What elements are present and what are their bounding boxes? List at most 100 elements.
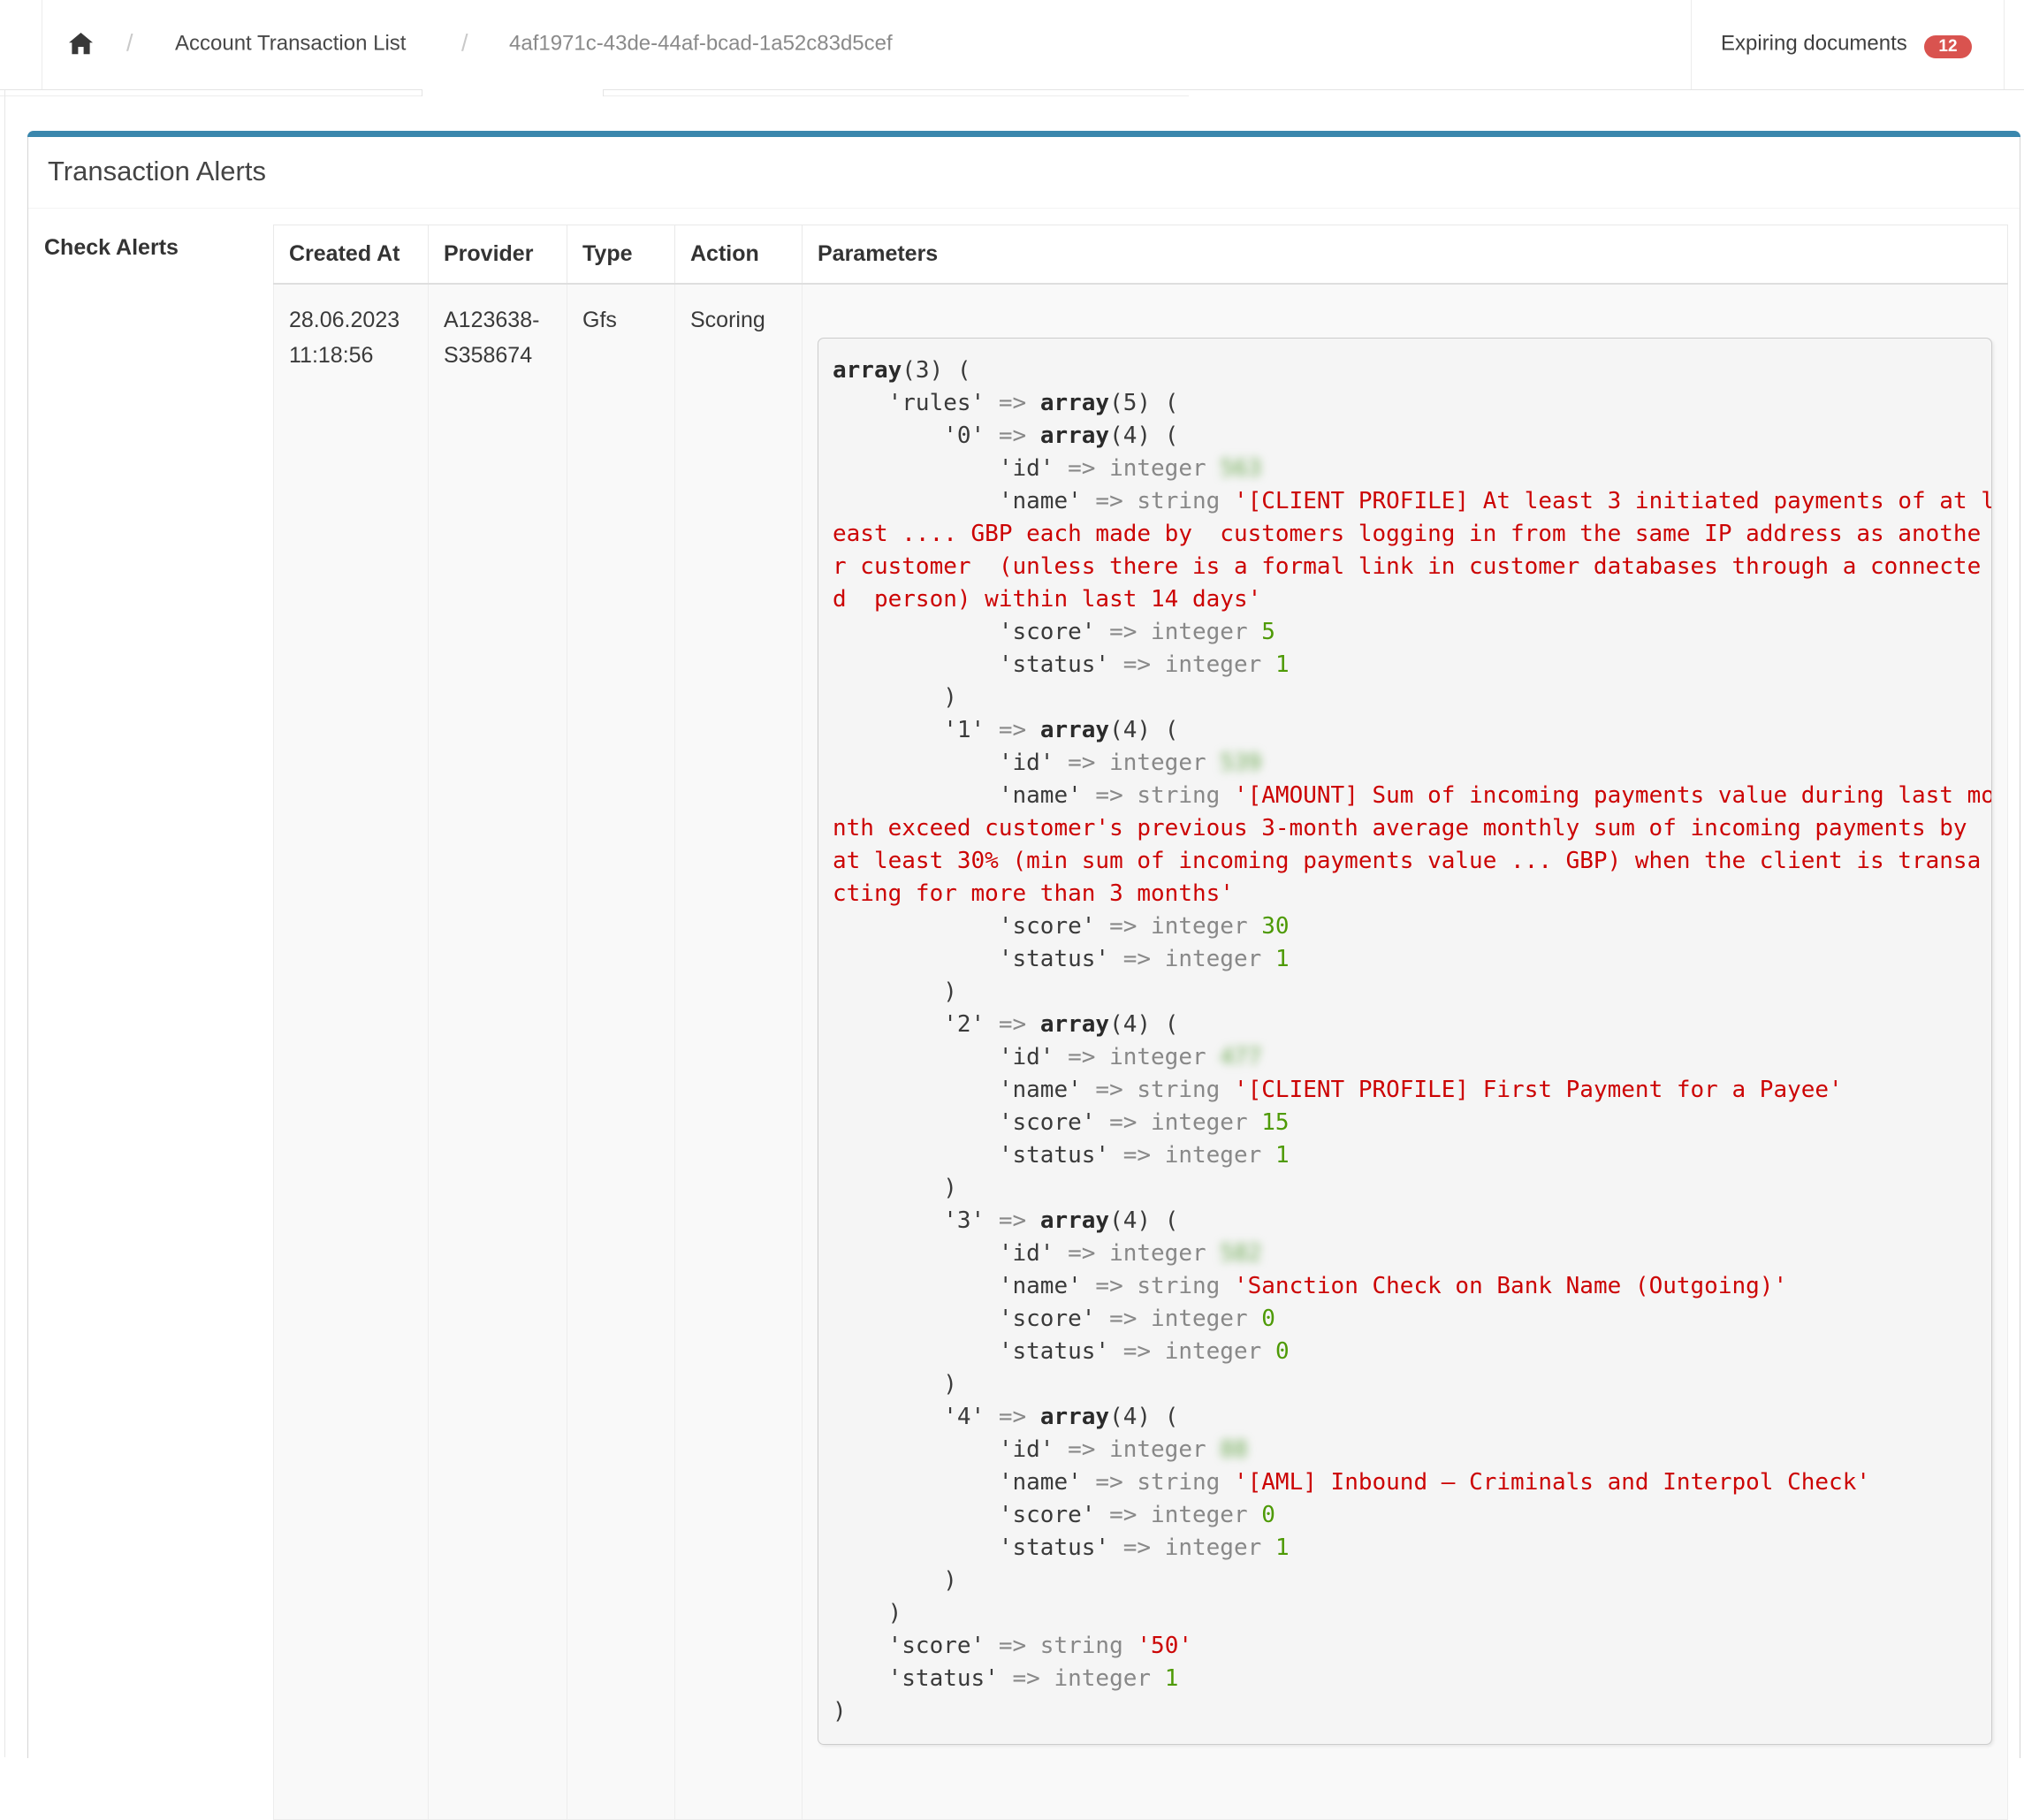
code-token: nth exceed customer's previous 3-month a… <box>833 815 1967 841</box>
home-breadcrumb-link[interactable] <box>69 33 93 55</box>
breadcrumb-separator: / <box>461 29 468 57</box>
panel-accent-bar <box>27 131 2020 137</box>
code-token <box>1206 750 1221 776</box>
code-token: 'rules' <box>833 390 999 416</box>
code-line: 'status' => integer 1 <box>833 1532 1984 1565</box>
code-token <box>1123 1633 1138 1659</box>
code-token: 'id' <box>833 750 1068 776</box>
code-line: ) <box>833 682 1984 714</box>
code-line: 'rules' => array(5) ( <box>833 387 1984 420</box>
blurred-id-value: 582 <box>1220 1240 1261 1267</box>
expiring-documents-link[interactable]: Expiring documents <box>1721 31 1907 56</box>
code-line: '4' => array(4) ( <box>833 1401 1984 1434</box>
code-token <box>1151 1665 1165 1692</box>
code-line: 'score' => integer 5 <box>833 616 1984 649</box>
code-token: 'id' <box>833 1240 1068 1267</box>
code-token: => integer <box>1068 1436 1206 1463</box>
code-token <box>1026 1011 1040 1038</box>
code-token: '3' <box>833 1207 999 1234</box>
breadcrumb-item-account-transaction-list[interactable]: Account Transaction List <box>175 31 406 56</box>
code-line: '0' => array(4) ( <box>833 420 1984 453</box>
code-token: 'name' <box>833 488 1095 514</box>
code-token: '[CLIENT PROFILE] First Payment for a Pa… <box>1234 1077 1843 1103</box>
code-line: cting for more than 3 months' <box>833 878 1984 910</box>
parameters-cell: array(3) ( 'rules' => array(5) ( '0' => … <box>803 284 2008 1820</box>
code-line: ) <box>833 1695 1984 1728</box>
code-line: r customer (unless there is a formal lin… <box>833 551 1984 583</box>
code-token: '2' <box>833 1011 999 1038</box>
code-token <box>1026 717 1040 743</box>
header-border <box>603 89 2024 90</box>
blurred-id-value: 563 <box>1220 455 1261 482</box>
code-token: array <box>1040 1207 1109 1234</box>
code-token: => <box>999 1404 1026 1430</box>
code-line: 'id' => integer 88 <box>833 1434 1984 1466</box>
code-token: 0 <box>1261 1502 1275 1528</box>
expiring-documents-badge: 12 <box>1924 35 1972 58</box>
active-tab-edge <box>603 89 604 96</box>
code-token: => integer <box>1109 913 1248 940</box>
code-line: 'score' => string '50' <box>833 1630 1984 1663</box>
table-header-row: Created At Provider Type Action Paramete… <box>274 225 2008 285</box>
code-token: '1' <box>833 717 999 743</box>
code-line: 'score' => integer 0 <box>833 1303 1984 1336</box>
code-line: d person) within last 14 days' <box>833 583 1984 616</box>
code-token: 1 <box>1275 1142 1290 1169</box>
code-token <box>1026 1404 1040 1430</box>
code-token: ) <box>833 1698 847 1725</box>
code-token: => integer <box>1068 1044 1206 1070</box>
code-token: 5 <box>1261 619 1275 645</box>
action-cell: Scoring <box>675 284 803 1820</box>
content-left-border <box>4 90 5 1757</box>
code-token <box>1220 1077 1234 1103</box>
code-token: '[AML] Inbound – Criminals and Interpol … <box>1234 1469 1870 1496</box>
code-token: array <box>1040 423 1109 449</box>
code-token <box>1248 1109 1262 1136</box>
code-token: (4) ( <box>1109 717 1178 743</box>
blurred-id-value: 88 <box>1220 1436 1247 1463</box>
type-cell: Gfs <box>567 284 675 1820</box>
code-token: (5) ( <box>1109 390 1178 416</box>
home-icon <box>69 33 93 55</box>
code-token: array <box>833 357 902 384</box>
code-token: '50' <box>1137 1633 1192 1659</box>
code-token: at least 30% (min sum of incoming paymen… <box>833 848 1981 874</box>
code-token: => string <box>999 1633 1123 1659</box>
code-token: 'id' <box>833 1436 1068 1463</box>
check-alerts-label: Check Alerts <box>44 225 273 261</box>
code-token <box>1248 619 1262 645</box>
code-token <box>1261 1142 1275 1169</box>
header-border <box>0 89 422 90</box>
code-token: 'Sanction Check on Bank Name (Outgoing)' <box>1234 1273 1787 1299</box>
code-token: ) <box>833 684 957 711</box>
table-row: 28.06.2023 11:18:56 A123638- S358674 Gfs… <box>274 284 2008 1820</box>
code-token: 1 <box>1275 946 1290 972</box>
code-token: '[CLIENT PROFILE] At least 3 initiated p… <box>1234 488 1992 514</box>
code-token: => integer <box>1109 1502 1248 1528</box>
code-line: array(3) ( <box>833 354 1984 387</box>
code-token <box>1026 423 1040 449</box>
code-token <box>1220 488 1234 514</box>
column-header-provider: Provider <box>429 225 567 285</box>
code-token: 'status' <box>833 651 1123 678</box>
code-token: cting for more than 3 months' <box>833 880 1234 907</box>
code-token <box>1261 651 1275 678</box>
column-header-action: Action <box>675 225 803 285</box>
code-token: r customer (unless there is a formal lin… <box>833 553 1981 580</box>
code-token: => string <box>1095 488 1220 514</box>
code-token: d person) within last 14 days' <box>833 586 1261 613</box>
code-token: array <box>1040 1404 1109 1430</box>
code-token: '[AMOUNT] Sum of incoming payments value… <box>1234 782 1992 809</box>
code-token: => integer <box>1123 946 1262 972</box>
code-line: ) <box>833 1597 1984 1630</box>
panel-body: Check Alerts Created At Provider Type Ac… <box>28 209 2020 1820</box>
breadcrumb-item-transaction-id: 4af1971c-43de-44af-bcad-1a52c83d5cef <box>509 31 893 56</box>
code-line: 'score' => integer 30 <box>833 910 1984 943</box>
sidebar-toggle-button[interactable] <box>0 32 16 53</box>
code-token: 'score' <box>833 1633 999 1659</box>
page-title: Transaction Alerts <box>28 137 2020 187</box>
code-token: => integer <box>1123 1338 1262 1365</box>
code-token: => integer <box>1068 1240 1206 1267</box>
code-token: 0 <box>1275 1338 1290 1365</box>
breadcrumb-separator: / <box>126 29 133 57</box>
